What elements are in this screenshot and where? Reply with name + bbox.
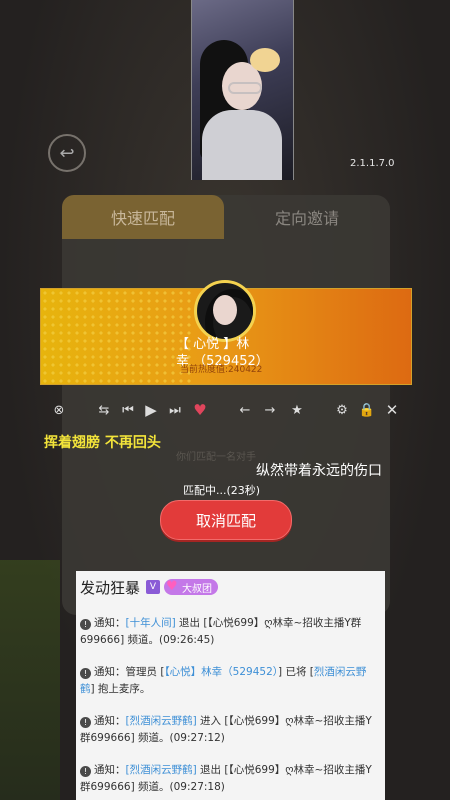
chat-header: 发动狂暴 V ♥ 大叔团	[80, 575, 219, 599]
hint-text: 你们匹配一名对手	[176, 452, 256, 463]
user-link[interactable]: [十年人间]	[126, 617, 176, 629]
chat-title: 发动狂暴	[80, 578, 141, 597]
chat-message: ! 通知：[烈酒闲云野鹤] 退出 [【心悦699】ღ林幸~招收主播Y群699666…	[80, 764, 372, 793]
chat-panel: 发动狂暴 V ♥ 大叔团 ! 通知：[十年人间] 退出 [【心悦699】ღ林幸~招…	[76, 571, 385, 800]
gear-icon[interactable]: ⚙	[331, 398, 353, 422]
heat-value: 当前热度值:240422	[180, 365, 263, 375]
next-track-icon[interactable]: ⏭	[164, 398, 186, 422]
back-arrow-icon: ↩	[59, 142, 75, 164]
play-icon[interactable]: ▶	[140, 398, 162, 422]
tab-quick-match[interactable]: 快速匹配	[62, 195, 224, 239]
notice-icon: !	[80, 668, 91, 679]
tab-direct-invite[interactable]: 定向邀请	[224, 195, 390, 239]
dismiss-icon[interactable]: ✕	[381, 398, 403, 422]
chat-message: ! 通知：管理员 [【心悦】林幸（529452）] 已将 [烈酒闲云野鹤] 抱上麦…	[80, 666, 367, 695]
user-link[interactable]: [烈酒闲云野鹤]	[126, 764, 197, 776]
background-decoration	[0, 560, 60, 800]
vip-badge: V	[146, 580, 161, 594]
heart-icon[interactable]: ♥	[189, 398, 211, 422]
avatar[interactable]	[194, 280, 256, 342]
back-button[interactable]: ↩	[48, 134, 86, 172]
lyric-line-1: 挥着翅膀 不再回头	[44, 435, 161, 451]
cancel-match-button[interactable]: 取消匹配	[160, 500, 292, 540]
loop-mode-icon[interactable]: ⇆	[93, 398, 115, 422]
bear-sticker	[250, 48, 280, 72]
live-video-preview[interactable]	[191, 0, 294, 180]
chat-message: ! 通知：[烈酒闲云野鹤] 进入 [【心悦699】ღ林幸~招收主播Y群699666…	[80, 715, 372, 744]
lock-icon[interactable]: 🔒	[356, 398, 378, 422]
matching-status: 匹配中...(23秒)	[183, 484, 261, 497]
lyric-line-2: 纵然带着永远的伤口	[256, 463, 382, 479]
close-icon[interactable]: ⊗	[48, 398, 70, 422]
heart-icon: ♥	[166, 579, 178, 594]
notice-icon: !	[80, 766, 91, 777]
pin-icon[interactable]: ★	[286, 398, 308, 422]
user-link[interactable]: 【心悦】林幸（529452）	[164, 666, 278, 678]
notice-icon: !	[80, 717, 91, 728]
notice-icon: !	[80, 619, 91, 630]
chat-message: ! 通知：[十年人间] 退出 [【心悦699】ღ林幸~招收主播Y群699666] …	[80, 617, 362, 646]
seek-back-icon[interactable]: ←	[234, 398, 256, 422]
seek-forward-icon[interactable]: →	[259, 398, 281, 422]
user-link[interactable]: [烈酒闲云野鹤]	[126, 715, 197, 727]
club-badge: ♥ 大叔团	[164, 579, 219, 595]
version-label: 2.1.1.7.0	[350, 158, 395, 169]
prev-track-icon[interactable]: ⏮	[117, 398, 139, 422]
